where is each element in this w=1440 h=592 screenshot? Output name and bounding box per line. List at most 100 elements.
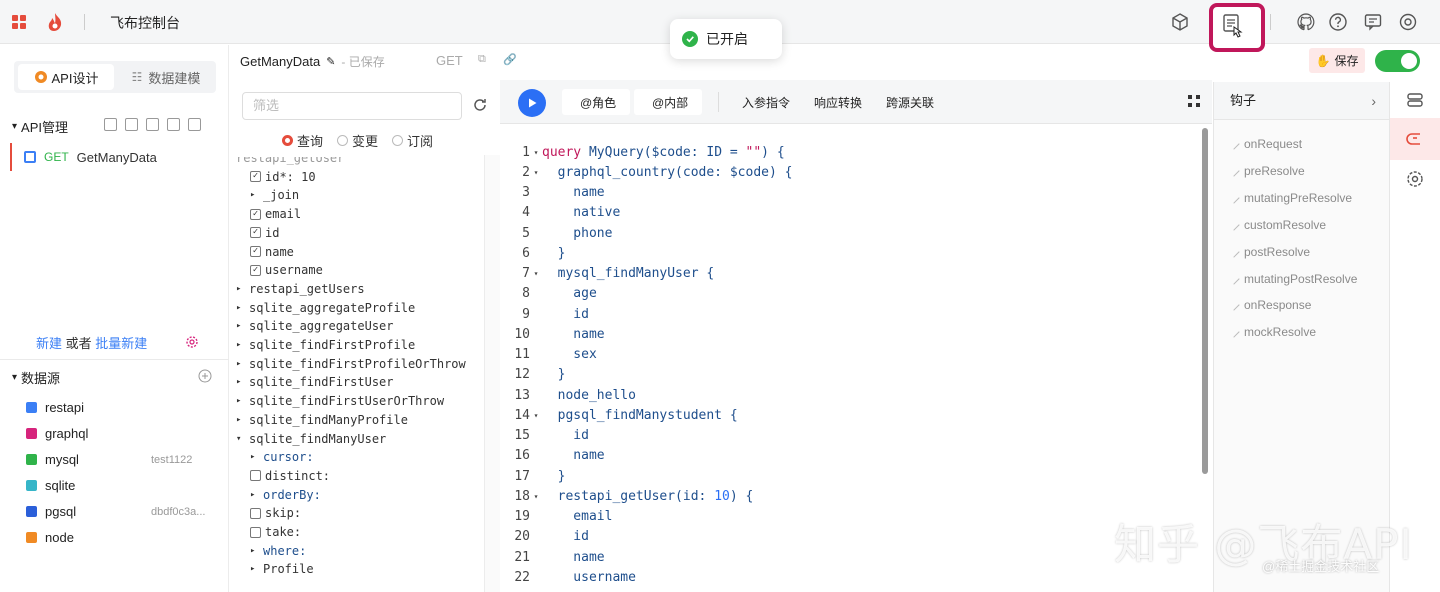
hook-item[interactable]: preResolve (1228, 164, 1305, 178)
refresh-icon[interactable] (472, 97, 488, 113)
chevron-right-icon[interactable]: › (1371, 82, 1376, 120)
radio-query[interactable]: 查询 (282, 131, 323, 150)
tree-node[interactable]: ✓ id*: 10 (250, 168, 316, 186)
github-icon[interactable] (1296, 12, 1316, 32)
filter-icon[interactable] (104, 118, 117, 131)
datasource-item[interactable]: mysql (26, 452, 79, 467)
tree-node[interactable]: ▸ Profile (250, 560, 314, 578)
datasource-item[interactable]: node (26, 530, 74, 545)
message-icon[interactable] (1363, 12, 1383, 32)
filter-input[interactable]: 筛选 (242, 92, 462, 120)
collapsed-arrow-icon[interactable]: ▸ (236, 303, 245, 313)
collapsed-arrow-icon[interactable]: ▸ (236, 321, 245, 331)
hook-item[interactable]: mutatingPreResolve (1228, 191, 1352, 205)
tree-node[interactable]: distinct: (250, 467, 330, 485)
tree-node[interactable]: ▸ orderBy: (250, 486, 321, 504)
layers-icon[interactable] (1402, 87, 1428, 113)
fold-icon[interactable]: ▾ (530, 492, 542, 501)
cross-source-button[interactable]: 跨源关联 (886, 94, 934, 111)
collapsed-arrow-icon[interactable]: ▸ (236, 340, 245, 350)
tree-node[interactable]: restapi_getUser (236, 157, 344, 167)
hook-item[interactable]: mockResolve (1228, 325, 1316, 339)
hook-icon[interactable] (1402, 126, 1428, 152)
checkbox-checked[interactable]: ✓ (250, 208, 261, 220)
copy-icon[interactable]: ⧉ (478, 53, 486, 66)
tree-node[interactable]: ✓ username (250, 261, 323, 279)
checkbox[interactable] (250, 526, 261, 538)
tree-node[interactable]: ▸ sqlite_findFirstProfileOrThrow (236, 355, 466, 373)
fold-icon[interactable]: ▾ (530, 411, 542, 420)
editor-scrollbar[interactable] (1202, 128, 1208, 474)
radio-mutation[interactable]: 变更 (337, 131, 378, 150)
tree-scrollbar[interactable] (484, 155, 500, 592)
collapsed-arrow-icon[interactable]: ▸ (236, 284, 245, 294)
tree-node[interactable]: ✓ id (250, 224, 279, 242)
collapsed-arrow-icon[interactable]: ▸ (250, 546, 259, 556)
tree-node[interactable]: ▾ sqlite_findManyUser (236, 430, 386, 448)
enable-toggle[interactable] (1375, 50, 1420, 72)
hook-item[interactable]: onResponse (1228, 298, 1311, 312)
datasource-item[interactable]: pgsql (26, 504, 76, 519)
api-section-header[interactable]: ▾ API管理 (12, 117, 68, 136)
edit-icon[interactable]: ✎ (326, 55, 335, 68)
fold-icon[interactable]: ▾ (530, 269, 542, 278)
fold-icon[interactable]: ▾ (530, 168, 542, 177)
checkbox-checked[interactable]: ✓ (250, 246, 261, 257)
tree-node[interactable]: ▸ where: (250, 542, 306, 560)
tab-api-design[interactable]: API设计 (18, 64, 114, 90)
refresh-icon[interactable] (125, 118, 138, 131)
datasource-section-header[interactable]: ▾ 数据源 (12, 368, 60, 387)
api-doc-icon[interactable] (1222, 13, 1244, 39)
collapsed-arrow-icon[interactable]: ▸ (236, 415, 245, 425)
tree-node[interactable]: ▸ sqlite_findFirstUserOrThrow (236, 392, 444, 410)
tree-node[interactable]: ▸ sqlite_findManyProfile (236, 411, 408, 429)
tree-node[interactable]: skip: (250, 504, 301, 522)
settings-icon[interactable] (1398, 12, 1418, 32)
hook-item[interactable]: mutatingPostResolve (1228, 272, 1357, 286)
code-editor[interactable]: 1 ▾ query MyQuery ($code: ID = "") {2 ▾ grap… (500, 140, 1212, 592)
radio-subscription[interactable]: 订阅 (392, 131, 433, 150)
datasource-item[interactable]: sqlite (26, 478, 75, 493)
checkbox-checked[interactable]: ✓ (250, 227, 261, 239)
add-icon[interactable] (188, 118, 201, 131)
collapsed-arrow-icon[interactable]: ▸ (236, 377, 245, 387)
collapsed-arrow-icon[interactable]: ▸ (250, 564, 259, 574)
tab-data-modeling[interactable]: ☷ 数据建模 (118, 64, 214, 90)
hooks-header[interactable]: 钩子 › (1214, 82, 1390, 120)
batch-new-link[interactable]: 批量新建 (95, 336, 147, 351)
hook-item[interactable]: customResolve (1228, 218, 1326, 232)
hook-item[interactable]: onRequest (1228, 137, 1302, 151)
input-directive-button[interactable]: 入参指令 (742, 94, 790, 111)
tree-node[interactable]: ✓ email (250, 205, 301, 223)
response-transform-button[interactable]: 响应转换 (814, 94, 862, 111)
tree-node[interactable]: ▸ sqlite_findFirstProfile (236, 336, 415, 354)
tree-node[interactable]: ▸ cursor: (250, 448, 314, 466)
collapsed-arrow-icon[interactable]: ▸ (236, 359, 245, 369)
expand-icon[interactable] (1188, 95, 1200, 107)
collapsed-arrow-icon[interactable]: ▸ (236, 396, 245, 406)
settings-icon[interactable] (1402, 166, 1428, 192)
checkbox[interactable] (250, 507, 261, 519)
datasource-item[interactable]: restapi (26, 400, 84, 415)
add-folder-icon[interactable] (167, 118, 180, 131)
tree-node[interactable]: ▸ sqlite_findFirstUser (236, 373, 394, 391)
run-button[interactable] (518, 89, 546, 117)
cube-icon[interactable] (1170, 12, 1190, 32)
help-icon[interactable] (1328, 12, 1348, 32)
collapsed-arrow-icon[interactable]: ▸ (250, 452, 259, 462)
checkbox-checked[interactable]: ✓ (250, 171, 261, 183)
checkbox[interactable] (250, 470, 261, 482)
tree-node[interactable]: ✓ name (250, 243, 294, 261)
link-icon[interactable]: 🔗 (503, 53, 517, 66)
fold-icon[interactable]: ▾ (530, 148, 542, 157)
api-item-getmanydata[interactable]: GET GetManyData (10, 143, 229, 171)
tree-node[interactable]: ▸ restapi_getUsers (236, 280, 365, 298)
expanded-arrow-icon[interactable]: ▾ (236, 434, 245, 444)
new-link[interactable]: 新建 (36, 336, 62, 351)
role-button[interactable]: @角色 (580, 94, 616, 111)
target-icon[interactable] (146, 118, 159, 131)
tree-node[interactable]: ▸ sqlite_aggregateUser (236, 317, 394, 335)
checkbox-checked[interactable]: ✓ (250, 264, 261, 276)
datasource-item[interactable]: graphql (26, 426, 88, 441)
gear-icon[interactable] (185, 335, 199, 349)
